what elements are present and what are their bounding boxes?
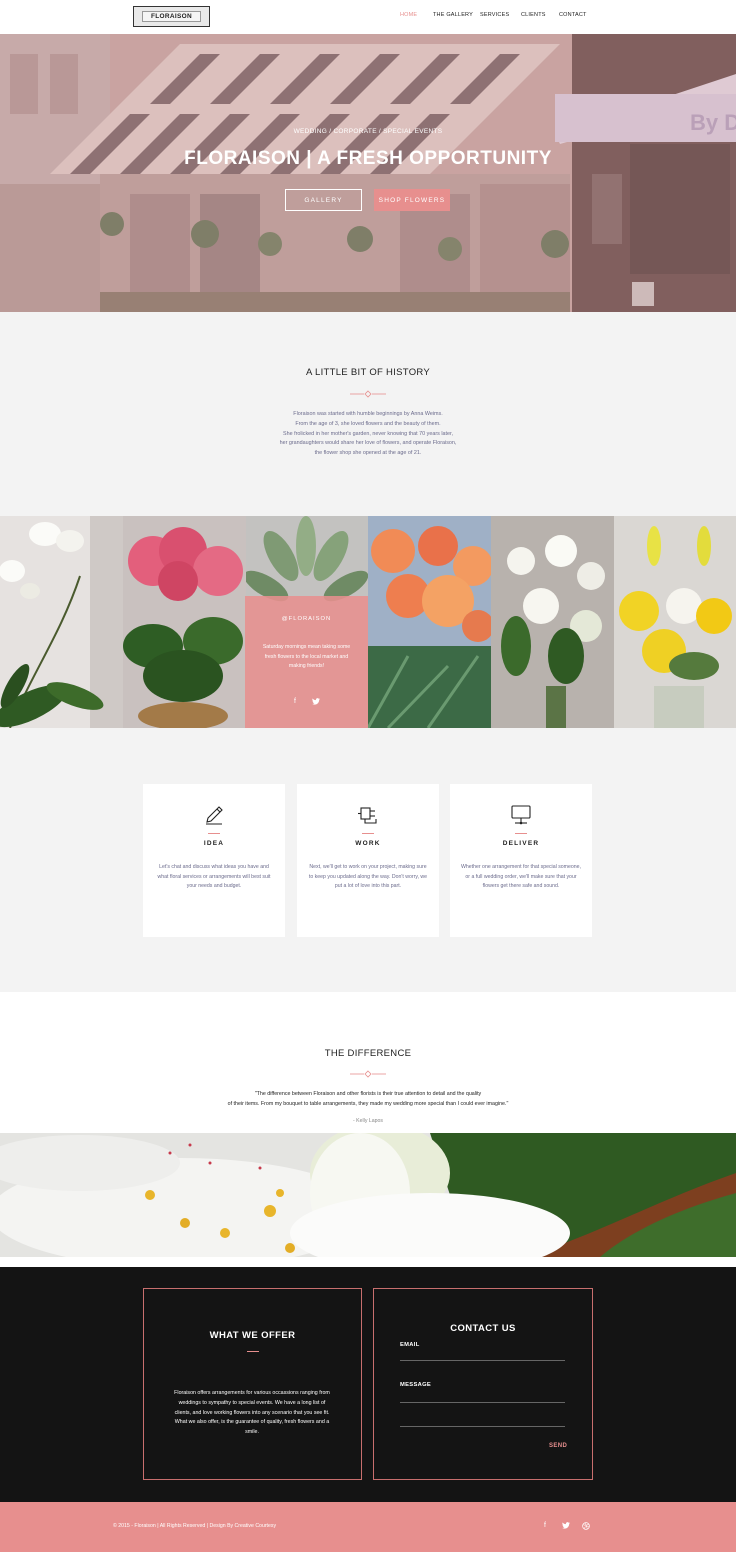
pencil-icon	[206, 806, 223, 825]
monitor-icon	[511, 805, 531, 825]
roses-image	[368, 516, 491, 728]
gallery-photo-hydrangea[interactable]	[123, 516, 246, 728]
info-section: WHAT WE OFFER Floraison offers arrangeme…	[0, 1267, 736, 1502]
quote-line: "The difference between Floraison and ot…	[254, 1091, 482, 1097]
hero-background-image: By Do	[0, 34, 736, 312]
offer-text: Floraison offers arrangements for variou…	[174, 1390, 330, 1436]
gallery-photo-yellow-lilies[interactable]	[614, 516, 736, 728]
history-section: A LITTLE BIT OF HISTORY Floraison was st…	[0, 312, 736, 516]
history-title: A LITTLE BIT OF HISTORY	[305, 367, 431, 378]
gallery-photo-orchid[interactable]	[0, 516, 123, 728]
process-card-idea: IDEA Let's chat and discuss what ideas y…	[143, 784, 285, 937]
process-card-deliver: DELIVER Whether one arrangement for that…	[450, 784, 592, 937]
card-text: Whether one arrangement for that special…	[461, 864, 581, 890]
history-line: From the age of 3, she loved flowers and…	[295, 420, 441, 427]
footer-bar: © 2015 - Floraison | All Rights Reserved…	[0, 1502, 736, 1552]
card-text: Let's chat and discuss what ideas you ha…	[157, 864, 271, 890]
history-line: She frolicked in her mother's garden, ne…	[282, 430, 454, 437]
nav-home[interactable]: HOME	[400, 12, 417, 18]
social-post-text: Saturday mornings mean taking some fresh…	[262, 644, 351, 669]
card-text: Next, we'll get to work on your project,…	[308, 864, 428, 890]
hydrangea-image	[123, 516, 246, 728]
difference-section: THE DIFFERENCE "The difference between F…	[0, 992, 736, 1134]
nav-services[interactable]: SERVICES	[480, 12, 509, 18]
message-label: MESSAGE	[400, 1382, 432, 1388]
offer-divider	[247, 1351, 259, 1352]
facebook-icon[interactable]: f	[539, 1522, 551, 1534]
card-divider	[515, 833, 527, 834]
history-line: her grandaughters would share her love o…	[279, 440, 457, 447]
shop-flowers-button[interactable]: SHOP FLOWERS	[374, 189, 450, 211]
logo[interactable]: FLORAISON	[133, 6, 210, 27]
copyright-text: © 2015 - Floraison | All Rights Reserved…	[113, 1523, 277, 1529]
hero-section: By Do WEDDING / CORPORATE / SPECIAL EVEN…	[0, 34, 736, 312]
process-card-work: WORK Next, we'll get to work on your pro…	[297, 784, 439, 937]
nav-contact[interactable]: CONTACT	[559, 12, 587, 18]
gallery-button[interactable]: GALLERY	[285, 189, 362, 211]
testimonial-quote: "The difference between Floraison and ot…	[190, 1090, 546, 1109]
email-field[interactable]	[400, 1347, 565, 1361]
quote-line: of their items. From my bouquet to table…	[227, 1100, 509, 1107]
contact-title: CONTACT US	[450, 1323, 516, 1334]
gallery-photo-roses[interactable]	[368, 516, 491, 728]
twitter-icon[interactable]	[310, 698, 322, 710]
lily-closeup-image	[0, 1133, 736, 1257]
spacer	[0, 1257, 736, 1267]
what-we-offer-box: WHAT WE OFFER Floraison offers arrangeme…	[143, 1288, 362, 1480]
card-title: DELIVER	[502, 840, 540, 847]
gallery-photo-lilies[interactable]	[491, 516, 614, 728]
yellow-lilies-image	[614, 516, 736, 728]
social-card: @FLORAISON Saturday mornings mean taking…	[245, 596, 368, 728]
nav-clients[interactable]: CLIENTS	[521, 12, 546, 18]
plug-icon	[358, 807, 377, 824]
top-navigation: FLORAISON HOME THE GALLERY SERVICES CLIE…	[0, 0, 736, 34]
social-handle[interactable]: @FLORAISON	[245, 616, 368, 622]
twitter-icon[interactable]	[560, 1522, 572, 1534]
history-line: Floraison was started with humble beginn…	[293, 411, 443, 417]
process-section: IDEA Let's chat and discuss what ideas y…	[0, 728, 736, 992]
lily-banner-image	[0, 1133, 736, 1257]
message-field-line-2[interactable]	[400, 1413, 565, 1427]
offer-title: WHAT WE OFFER	[209, 1330, 296, 1341]
divider-diamond-icon	[350, 1070, 386, 1078]
hero-title: FLORAISON | A FRESH OPPORTUNITY	[184, 148, 552, 169]
photo-gallery: @FLORAISON Saturday mornings mean taking…	[0, 516, 736, 728]
history-line: the flower shop she opened at the age of…	[314, 450, 422, 457]
contact-box: CONTACT US EMAIL MESSAGE SEND	[373, 1288, 593, 1480]
send-button[interactable]: SEND	[549, 1443, 567, 1449]
difference-title: THE DIFFERENCE	[324, 1048, 412, 1059]
card-divider	[208, 833, 220, 834]
card-divider	[362, 833, 374, 834]
card-title: IDEA	[203, 840, 225, 847]
lilies-image	[491, 516, 614, 728]
message-field-line-1[interactable]	[400, 1389, 565, 1403]
divider-diamond-icon	[350, 390, 386, 398]
dribbble-icon[interactable]	[580, 1522, 592, 1534]
facebook-icon[interactable]: f	[289, 698, 301, 710]
card-title: WORK	[355, 840, 381, 847]
history-text: Floraison was started with humble beginn…	[248, 410, 488, 459]
hero-tagline: WEDDING / CORPORATE / SPECIAL EVENTS	[293, 128, 443, 135]
nav-the-gallery[interactable]: THE GALLERY	[433, 12, 473, 18]
logo-text: FLORAISON	[142, 11, 201, 22]
testimonial-author: - Kelly Lapos	[353, 1118, 383, 1124]
orchid-image	[0, 516, 123, 728]
